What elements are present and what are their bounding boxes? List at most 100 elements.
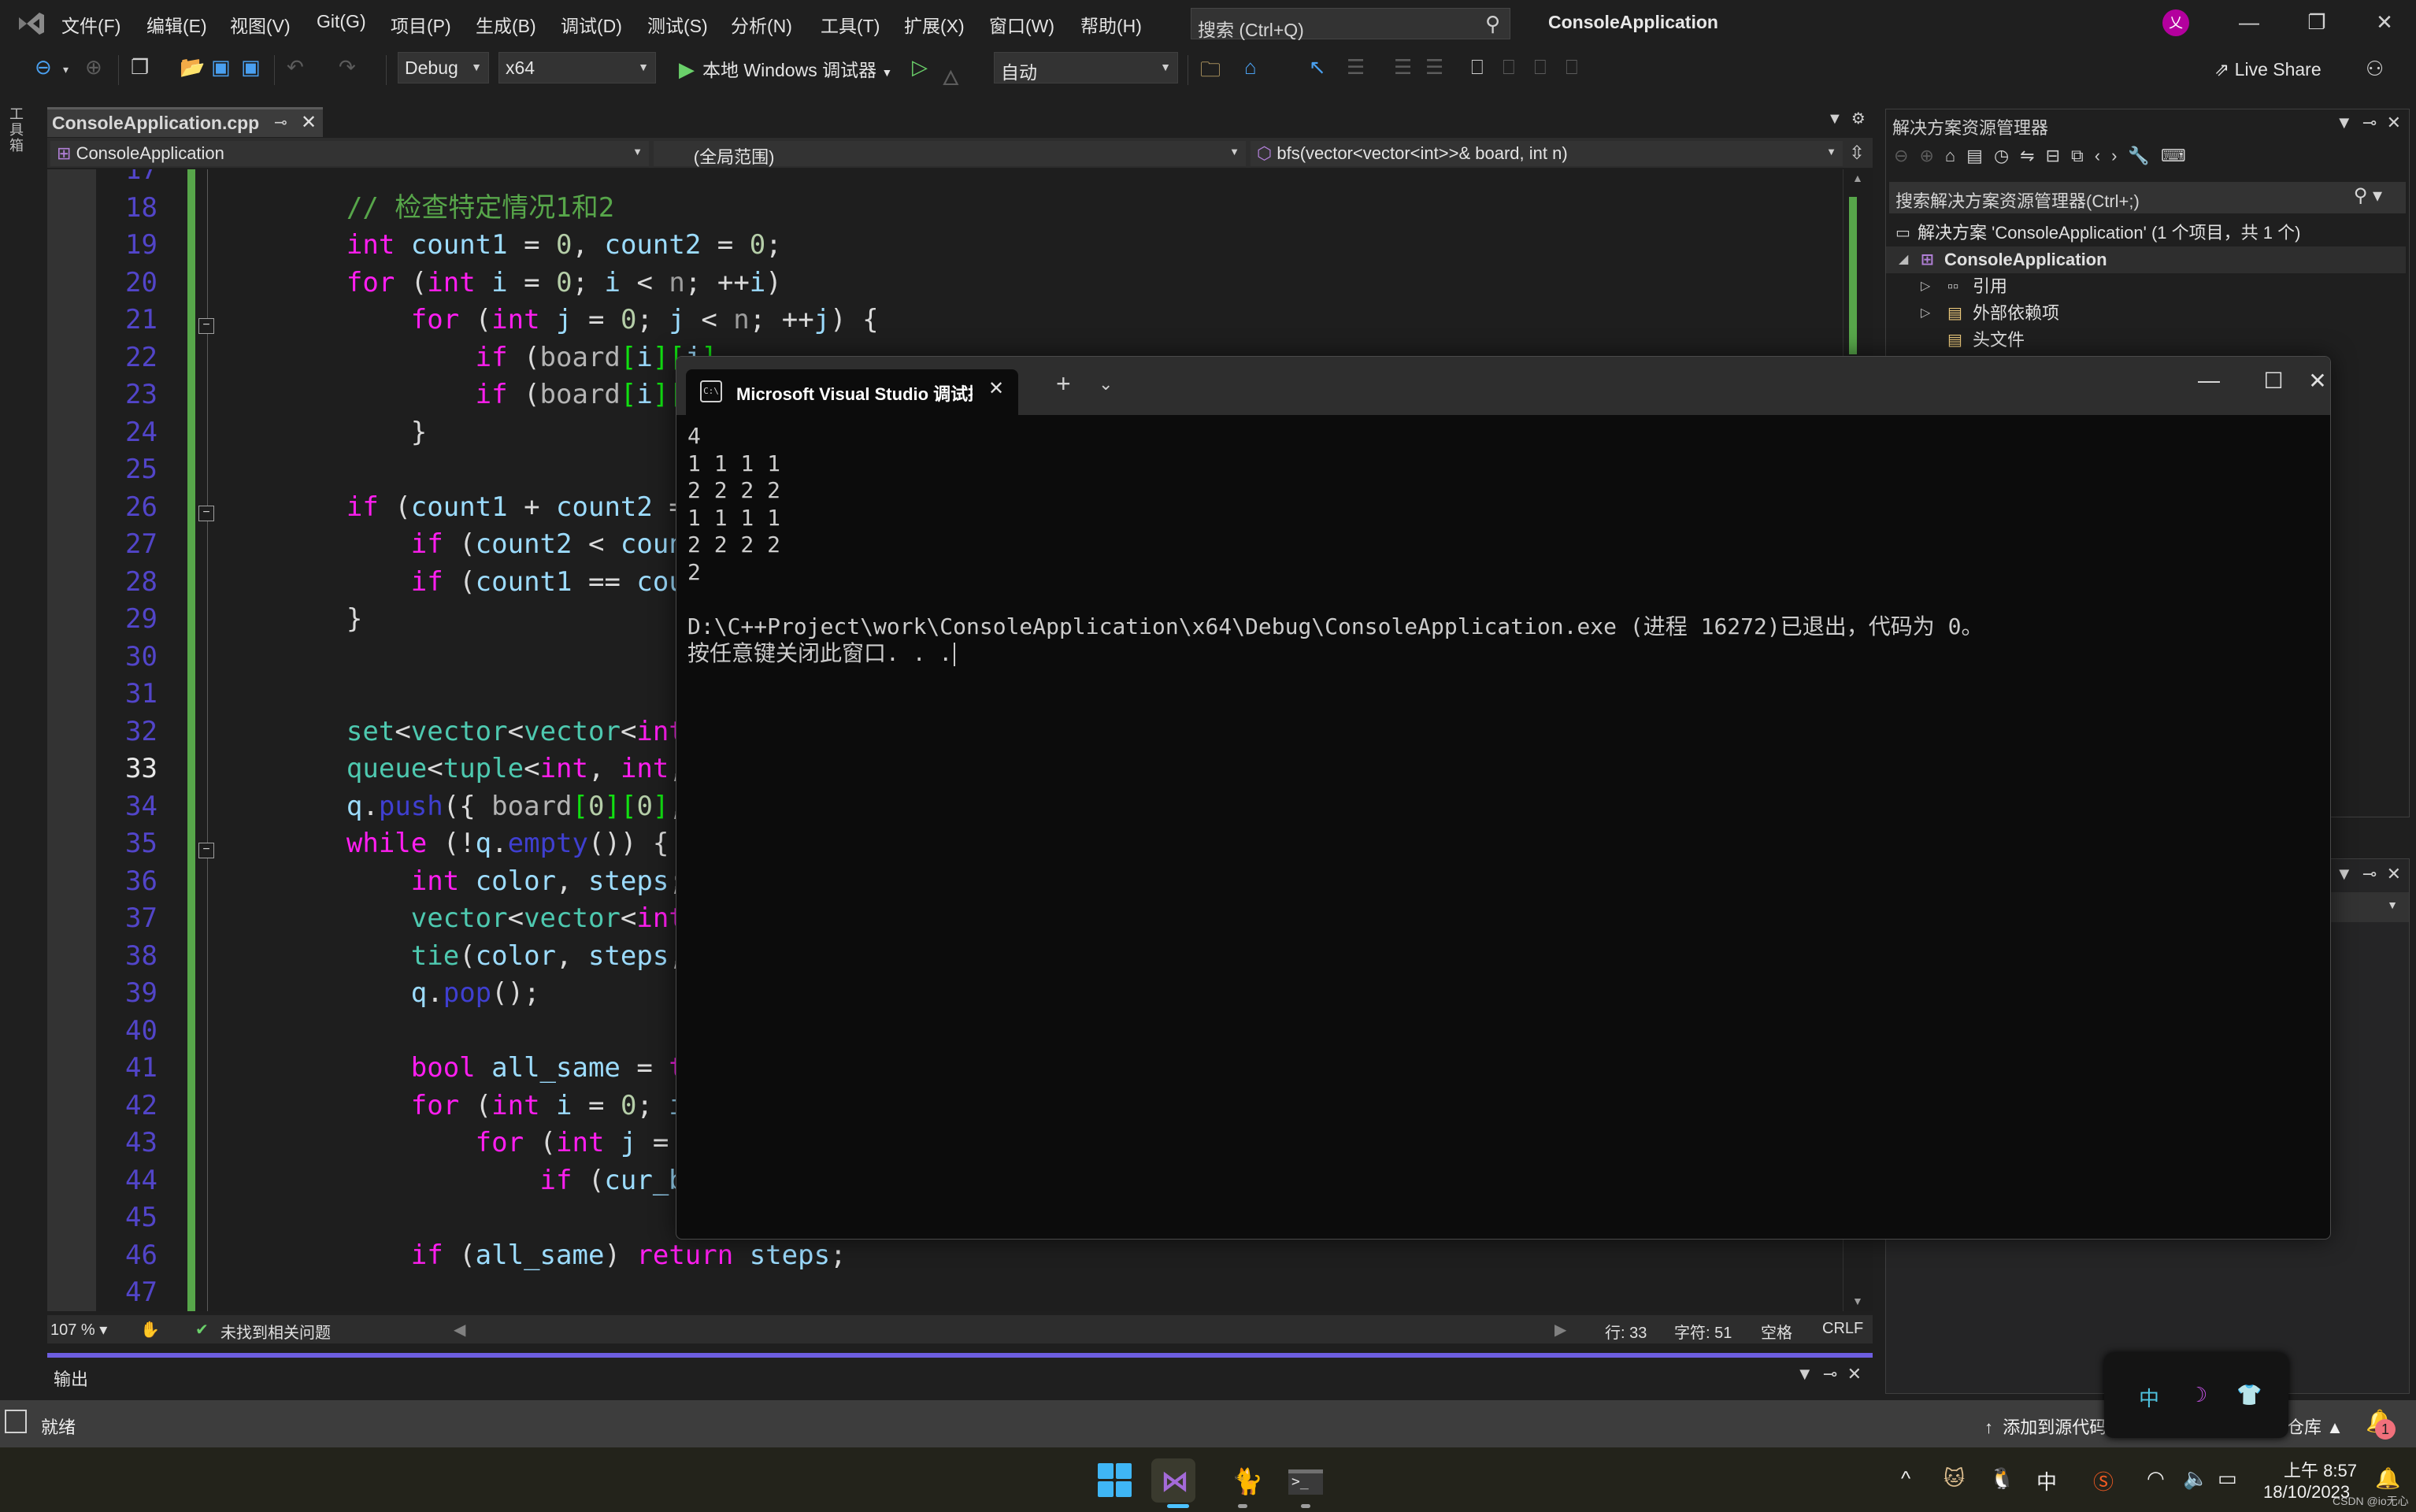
close-button[interactable]: ✕ — [2361, 6, 2408, 38]
cat-tray-icon[interactable]: 🐱 — [1944, 1466, 1965, 1491]
menu-item[interactable]: 编辑(E) — [146, 11, 207, 38]
pin-icon[interactable]: ⊸ — [2362, 113, 2377, 132]
ime-mode[interactable]: 中 — [2139, 1383, 2159, 1412]
menu-item[interactable]: 文件(F) — [61, 11, 120, 38]
close-icon[interactable]: ✕ — [1847, 1364, 1862, 1384]
menu-item[interactable]: 测试(S) — [647, 11, 708, 38]
menu-item[interactable]: 调试(D) — [561, 11, 622, 38]
sync-icon[interactable]: ⇋ — [2020, 146, 2045, 165]
pane-controls[interactable]: ▼ ⊸ ✕ — [2336, 113, 2401, 133]
menu-item[interactable]: 工具(T) — [821, 11, 880, 38]
toolbox-strip-tab[interactable]: 工具箱 — [9, 106, 25, 158]
solution-config-icon[interactable]: ⌂ — [1244, 55, 1257, 80]
switch-views-icon[interactable]: ▤ — [1966, 146, 1994, 165]
global-search-input[interactable]: 搜索 (Ctrl+Q) ⚲ — [1191, 8, 1510, 40]
collapse-all-icon[interactable]: ⊟ — [2046, 146, 2071, 165]
bookmark-icon[interactable]: ⎕ — [1471, 55, 1484, 80]
moon-icon[interactable]: ☽ — [2189, 1383, 2207, 1407]
find-in-files-icon[interactable]: 🗀 — [1200, 55, 1221, 90]
collapse-icon[interactable]: − — [198, 843, 214, 858]
tree-item[interactable]: ▤ 头文件 — [1886, 327, 2406, 354]
code-icon[interactable]: ‹› — [2095, 146, 2129, 165]
code-line[interactable]: for (int j = 0; — [282, 1125, 717, 1162]
line-ending-indicator[interactable]: CRLF — [1822, 1320, 1863, 1338]
preview-icon[interactable]: ⌨ — [2161, 146, 2197, 165]
code-line[interactable]: vector<vector<int>> — [282, 900, 717, 938]
properties-icon[interactable]: 🔧 — [2128, 146, 2160, 165]
column-indicator[interactable]: 字符: 51 — [1674, 1320, 1732, 1343]
code-line[interactable]: q.push({ board[0][0], 0, — [282, 788, 733, 826]
tree-item[interactable]: ◢ ⊞ ConsoleApplication — [1886, 246, 2406, 273]
scroll-down-icon[interactable]: ▼ — [1852, 1295, 1863, 1307]
code-line[interactable]: if (board[i][j] — [282, 339, 717, 377]
undo-icon[interactable]: ↶ — [287, 55, 304, 80]
output-pane-controls[interactable]: ▼ ⊸ ✕ — [1796, 1364, 1862, 1384]
tree-item[interactable]: ▷ ▫▫ 引用 — [1886, 273, 2406, 300]
tree-item[interactable]: ▷ ▤ 外部依赖项 — [1886, 300, 2406, 327]
line-indicator[interactable]: 行: 33 — [1605, 1320, 1647, 1343]
pin-icon[interactable]: ⊸ — [274, 113, 287, 132]
hot-reload-icon[interactable]: 🜂 — [942, 55, 960, 97]
code-line[interactable]: int color, steps; — [282, 863, 685, 901]
code-line[interactable]: for (int i = 0; i < n; ++i) — [282, 265, 782, 302]
qq-icon[interactable]: 🐧 — [1989, 1466, 2014, 1491]
run-mode-dropdown[interactable]: 自动 ▼ — [994, 52, 1178, 83]
project-dropdown[interactable]: ⊞ ConsoleApplication ▼ — [50, 141, 649, 166]
code-line[interactable]: if (count1 + count2 == n — [282, 489, 733, 527]
gear-icon[interactable]: ⚙ — [1851, 110, 1866, 128]
code-line[interactable]: for (int j = 0; j < n; ++j) { — [282, 302, 879, 339]
solution-search-input[interactable]: 搜索解决方案资源管理器(Ctrl+;) ⚲ ▾ — [1889, 182, 2406, 213]
navigate-forward-icon[interactable]: ⊕ — [85, 55, 102, 80]
show-all-files-icon[interactable]: ⧉ — [2071, 146, 2095, 165]
menu-item[interactable]: 生成(B) — [476, 11, 536, 38]
code-line[interactable]: } — [282, 601, 362, 639]
split-editor-icon[interactable]: ⇳ — [1849, 142, 1865, 165]
code-line[interactable]: int count1 = 0, count2 = 0; — [282, 227, 782, 265]
notification-center-icon[interactable]: 🔔 — [2375, 1466, 2400, 1491]
restore-button[interactable]: ❐ — [2293, 6, 2340, 38]
scope-dropdown[interactable]: (全局范围) ▼ — [654, 141, 1246, 167]
comment-icon[interactable]: ☰ — [1347, 55, 1365, 80]
battery-icon[interactable]: ▭ — [2218, 1466, 2237, 1491]
redo-icon[interactable]: ↷ — [339, 55, 356, 80]
menu-item[interactable]: 扩展(X) — [904, 11, 965, 38]
save-icon[interactable]: ▣ — [211, 55, 231, 80]
close-tab-icon[interactable]: ✕ — [301, 111, 317, 134]
pointer-tool-icon[interactable]: ↖ — [1309, 55, 1326, 80]
open-folder-icon[interactable]: 📂 — [180, 55, 205, 80]
tab-dropdown-button[interactable]: ⌄ — [1099, 374, 1113, 395]
whitespace-indicator[interactable]: 空格 — [1761, 1320, 1792, 1343]
history-icon[interactable]: ◷ — [1994, 146, 2020, 165]
close-icon[interactable]: ✕ — [2387, 113, 2401, 132]
back-icon[interactable]: ⊖ — [1894, 146, 1919, 165]
menu-item[interactable]: 项目(P) — [391, 11, 451, 38]
tray-ime-indicator[interactable]: 中 — [2036, 1466, 2057, 1495]
terminal-tab[interactable]: C:\ Microsoft Visual Studio 调试控制台 ✕ — [686, 369, 1018, 415]
platform-dropdown[interactable]: x64 ▼ — [498, 52, 656, 83]
terminal-minimize-button[interactable]: — — [2185, 368, 2233, 393]
pin-icon[interactable]: ⊸ — [1823, 1364, 1837, 1384]
code-line[interactable]: q.pop(); — [282, 975, 540, 1013]
start-button[interactable] — [1093, 1458, 1137, 1503]
taskbar-visual-studio[interactable]: ⋈ — [1151, 1458, 1195, 1503]
debug-console-window[interactable]: C:\ Microsoft Visual Studio 调试控制台 ✕ + ⌄ … — [676, 356, 2331, 1240]
code-line[interactable]: if (all_same) return steps; — [282, 1237, 847, 1275]
start-debugging-button[interactable]: ▶ 本地 Windows 调试器 ▼ — [679, 55, 892, 82]
pin-icon[interactable]: ⊸ — [2362, 864, 2377, 884]
code-line[interactable]: set<vector<vector<int>>> — [282, 713, 733, 751]
home-icon[interactable]: ⌂ — [1945, 146, 1966, 165]
code-line[interactable]: if (count2 < count1) — [282, 526, 733, 564]
scroll-right-icon[interactable]: ▶ — [1554, 1320, 1566, 1340]
terminal-close-button[interactable]: ✕ — [2294, 368, 2330, 394]
menu-item[interactable]: 视图(V) — [230, 11, 291, 38]
minimize-button[interactable]: — — [2225, 6, 2273, 38]
live-share-button[interactable]: ⇗ Live Share — [2214, 59, 2322, 80]
code-line[interactable]: if (cur_boar — [282, 1162, 734, 1200]
code-line[interactable]: if (count1 == count2 — [282, 564, 733, 602]
code-line[interactable]: for (int i = 0; i < — [282, 1088, 717, 1125]
start-without-debugging-icon[interactable]: ▷ — [912, 55, 928, 80]
new-project-icon[interactable]: ❐ — [131, 55, 149, 80]
taskbar-terminal[interactable]: >_ — [1284, 1458, 1328, 1503]
menu-item[interactable]: Git(G) — [317, 11, 366, 32]
clock-time[interactable]: 上午 8:57 — [2284, 1457, 2357, 1482]
